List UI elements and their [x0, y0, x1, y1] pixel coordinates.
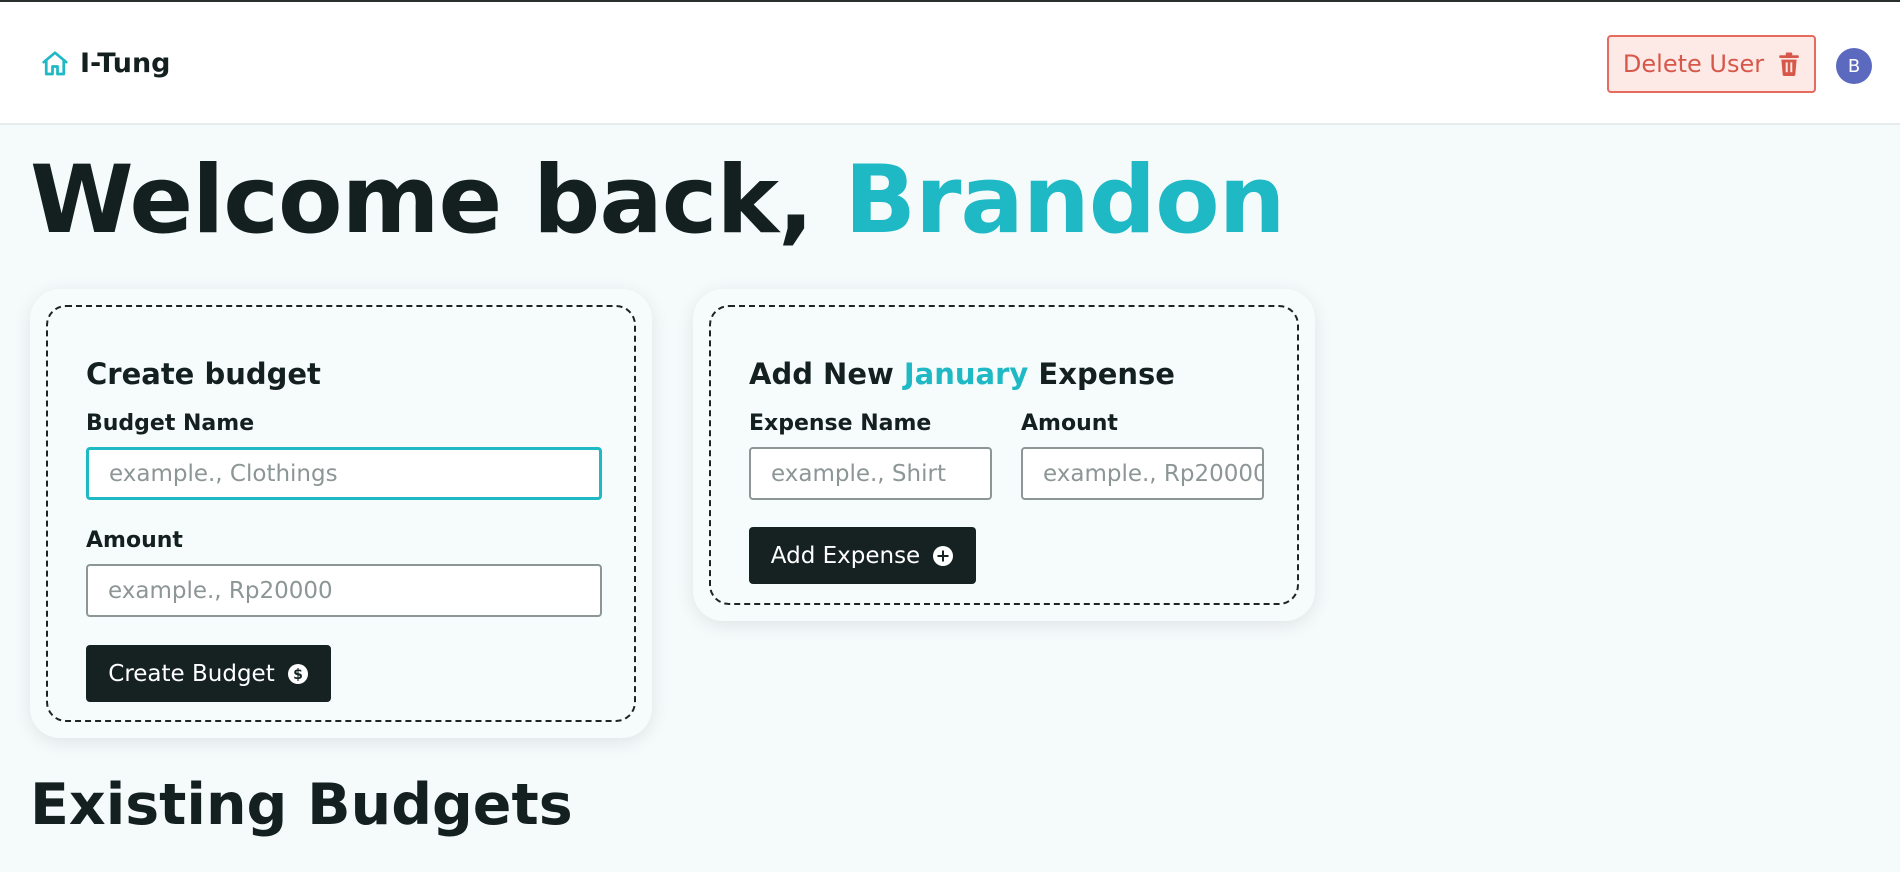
budget-amount-input[interactable]: example., Rp20000 [86, 564, 602, 617]
add-expense-form: Add New January Expense Expense Name exa… [709, 305, 1299, 605]
existing-budgets-heading: Existing Budgets [30, 772, 573, 838]
welcome-prefix: Welcome back, [30, 146, 845, 255]
delete-user-button[interactable]: Delete User [1607, 35, 1816, 93]
expense-amount-placeholder: example., Rp20000 [1043, 460, 1264, 487]
add-expense-title-suffix: Expense [1028, 357, 1175, 391]
create-budget-button[interactable]: Create Budget $ [86, 645, 331, 702]
add-expense-button[interactable]: Add Expense [749, 527, 976, 584]
home-link[interactable]: I-Tung [40, 48, 171, 79]
svg-text:$: $ [293, 667, 303, 683]
trash-icon [1779, 52, 1799, 76]
expense-name-placeholder: example., Shirt [771, 460, 946, 487]
add-expense-title-prefix: Add New [749, 357, 904, 391]
add-expense-button-label: Add Expense [770, 542, 921, 569]
add-expense-title-month: January [903, 357, 1029, 391]
avatar-initial: B [1847, 55, 1861, 77]
add-expense-title: Add New January Expense [749, 357, 1175, 391]
plus-circle-icon [933, 545, 954, 566]
create-budget-button-label: Create Budget [108, 660, 275, 687]
budget-name-label: Budget Name [86, 411, 255, 436]
welcome-username: Brandon [844, 146, 1285, 255]
expense-name-label: Expense Name [749, 411, 932, 436]
brand-name: I-Tung [80, 48, 171, 79]
expense-amount-input[interactable]: example., Rp20000 [1021, 447, 1264, 500]
budget-amount-placeholder: example., Rp20000 [108, 577, 333, 604]
budget-name-placeholder: example., Clothings [109, 460, 338, 487]
add-expense-card: Add New January Expense Expense Name exa… [693, 289, 1315, 621]
budget-name-input[interactable]: example., Clothings [86, 447, 602, 500]
dollar-icon: $ [287, 663, 308, 684]
welcome-heading: Welcome back, Brandon [30, 146, 1286, 255]
create-budget-card: Create budget Budget Name example., Clot… [30, 289, 652, 738]
expense-name-input[interactable]: example., Shirt [749, 447, 992, 500]
navbar: I-Tung Delete User B [0, 2, 1900, 125]
create-budget-title: Create budget [86, 357, 321, 391]
expense-amount-label: Amount [1021, 411, 1118, 436]
create-budget-form: Create budget Budget Name example., Clot… [46, 305, 636, 722]
delete-user-label: Delete User [1622, 50, 1765, 78]
budget-amount-label: Amount [86, 528, 183, 553]
home-icon [42, 50, 68, 75]
avatar[interactable]: B [1836, 48, 1872, 84]
